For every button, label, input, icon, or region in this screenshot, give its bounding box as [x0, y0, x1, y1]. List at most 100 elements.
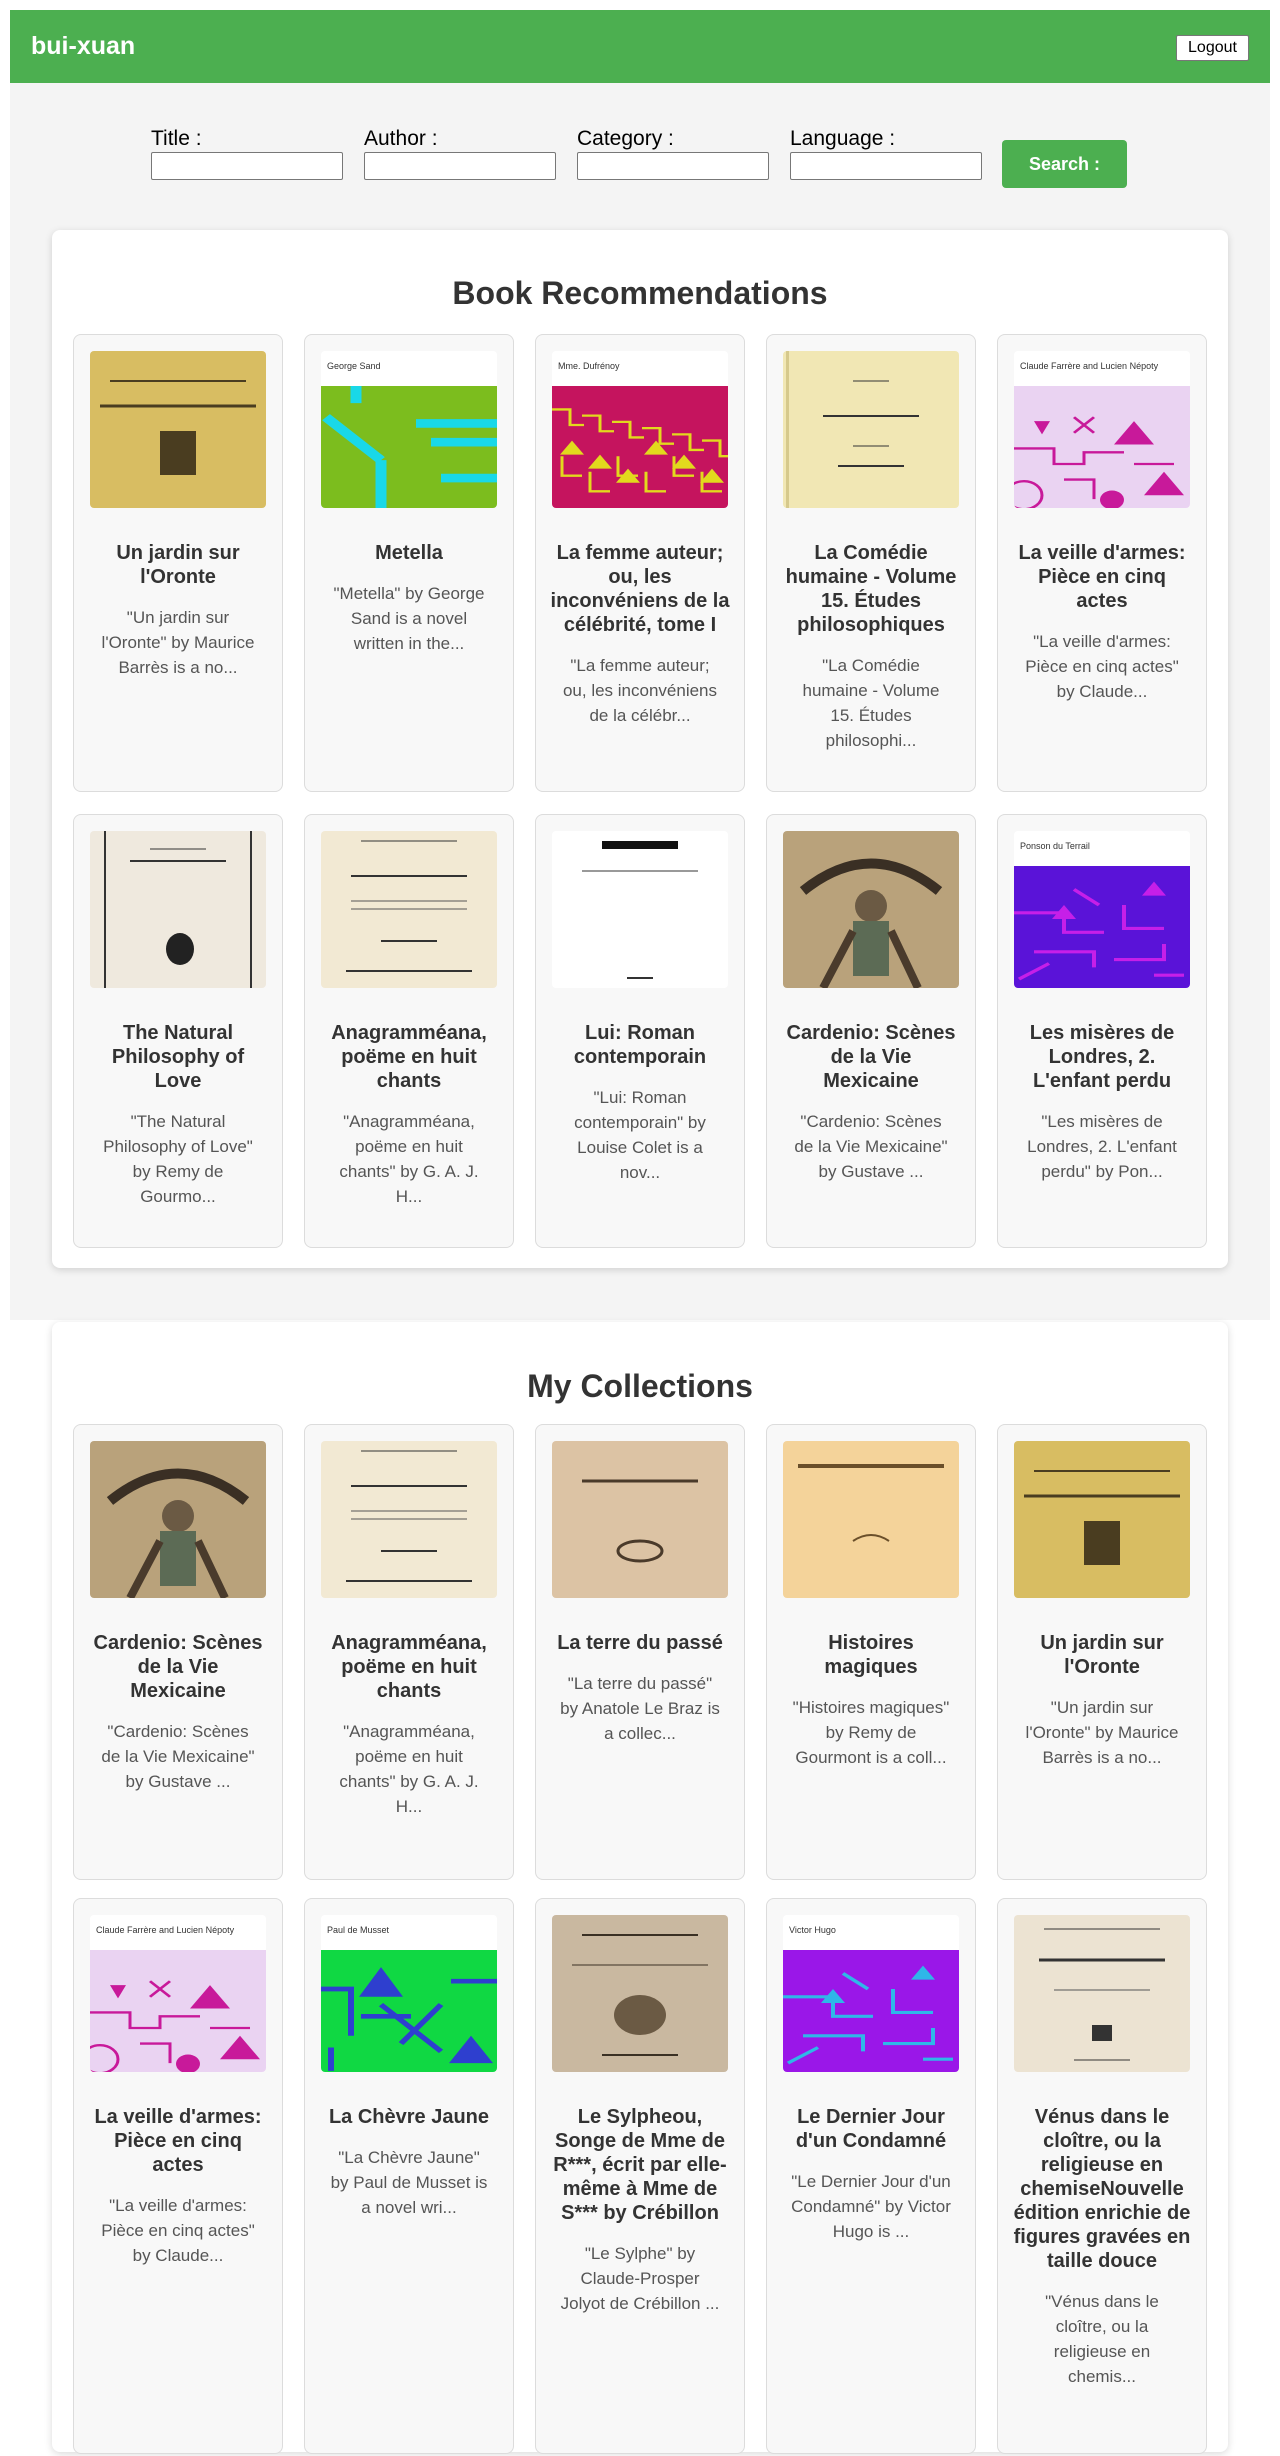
book-cover-image[interactable]: Ponson du Terrail [1014, 831, 1190, 988]
book-title[interactable]: Un jardin sur l'Oronte [88, 541, 268, 589]
book-card[interactable]: Anagramméana, poëme en huit chants "Anagr… [304, 814, 514, 1248]
book-cover-image[interactable] [321, 1441, 497, 1598]
brand-name[interactable]: bui-xuan [31, 32, 135, 61]
book-description: "Le Sylphe" by Claude-Prosper Jolyot de … [560, 2244, 720, 2313]
book-card-text: Vénus dans le cloître, ou la religieuse … [998, 2105, 1206, 2389]
book-title[interactable]: Vénus dans le cloître, ou la religieuse … [1012, 2105, 1192, 2273]
book-description: "Cardenio: Scènes de la Vie Mexicaine" b… [794, 1112, 948, 1181]
recommendations-grid: Un jardin sur l'Oronte "Un jardin sur l'O… [73, 334, 1207, 1248]
book-card[interactable]: Histoires magiques "Histoires magiques" b… [766, 1424, 976, 1880]
book-description: "La femme auteur; ou, les inconvéniens d… [562, 656, 718, 725]
language-input[interactable] [790, 152, 982, 180]
book-cover-image[interactable]: Claude Farrère and Lucien Népoty [90, 1915, 266, 2072]
book-card[interactable]: Victor Hugo Le Dernier Jour d'un Condamn… [766, 1898, 976, 2454]
book-title[interactable]: La terre du passé [550, 1631, 730, 1655]
category-input[interactable] [577, 152, 769, 180]
book-title[interactable]: La veille d'armes: Pièce en cinq actes [1012, 541, 1192, 613]
book-description: "La Chèvre Jaune" by Paul de Musset is a… [330, 2148, 488, 2217]
book-description: "Cardenio: Scènes de la Vie Mexicaine" b… [101, 1722, 255, 1791]
book-card[interactable]: Claude Farrère and Lucien Népoty La veil… [73, 1898, 283, 2454]
book-description: "Vénus dans le cloître, ou la religieuse… [1045, 2292, 1159, 2386]
book-title[interactable]: Un jardin sur l'Oronte [1012, 1631, 1192, 1679]
book-cover-image[interactable] [552, 1441, 728, 1598]
book-title[interactable]: Metella [319, 541, 499, 565]
book-cover-image[interactable] [552, 831, 728, 988]
book-cover-image[interactable] [783, 831, 959, 988]
book-description: "Les misères de Londres, 2. L'enfant per… [1027, 1112, 1177, 1181]
language-label: Language : [790, 127, 896, 150]
book-description: "Lui: Roman contemporain" by Louise Cole… [574, 1088, 706, 1182]
book-title[interactable]: Anagramméana, poëme en huit chants [319, 1631, 499, 1703]
book-description: "The Natural Philosophy of Love" by Remy… [103, 1112, 253, 1206]
top-navbar: bui-xuan Logout [10, 10, 1270, 83]
book-card[interactable]: Un jardin sur l'Oronte "Un jardin sur l'O… [73, 334, 283, 792]
logout-button[interactable]: Logout [1176, 35, 1249, 61]
book-card-text: Histoires magiques "Histoires magiques" b… [767, 1631, 975, 1770]
book-cover-image[interactable] [783, 351, 959, 508]
book-card[interactable]: La Comédie humaine - Volume 15. Études p… [766, 334, 976, 792]
book-card-text: Le Sylpheou, Songe de Mme de R***, écrit… [536, 2105, 744, 2316]
book-cover-image[interactable]: Claude Farrère and Lucien Népoty [1014, 351, 1190, 508]
book-card[interactable]: Le Sylpheou, Songe de Mme de R***, écrit… [535, 1898, 745, 2454]
book-cover-image[interactable]: Victor Hugo [783, 1915, 959, 2072]
book-title[interactable]: Anagramméana, poëme en huit chants [319, 1021, 499, 1093]
category-label: Category : [577, 127, 674, 150]
book-description: "Le Dernier Jour d'un Condamné" by Victo… [791, 2172, 951, 2241]
book-cover-image[interactable]: George Sand [321, 351, 497, 508]
collections-grid: Cardenio: Scènes de la Vie Mexicaine "Car… [73, 1424, 1207, 2454]
book-description: "Un jardin sur l'Oronte" by Maurice Barr… [1025, 1698, 1179, 1767]
book-card[interactable]: Mme. Dufrénoy La femme auteur; ou, les in… [535, 334, 745, 792]
book-card[interactable]: Anagramméana, poëme en huit chants "Anagr… [304, 1424, 514, 1880]
book-cover-image[interactable] [90, 351, 266, 508]
title-input[interactable] [151, 152, 343, 180]
book-cover-image[interactable] [90, 831, 266, 988]
book-title[interactable]: Cardenio: Scènes de la Vie Mexicaine [88, 1631, 268, 1703]
book-card[interactable]: Cardenio: Scènes de la Vie Mexicaine "Car… [766, 814, 976, 1248]
book-title[interactable]: Le Dernier Jour d'un Condamné [781, 2105, 961, 2153]
author-label: Author : [364, 127, 438, 150]
book-card[interactable]: Claude Farrère and Lucien Népoty La veil… [997, 334, 1207, 792]
book-title[interactable]: La Chèvre Jaune [319, 2105, 499, 2129]
book-title[interactable]: Histoires magiques [781, 1631, 961, 1679]
book-cover-image[interactable]: Mme. Dufrénoy [552, 351, 728, 508]
book-cover-image[interactable] [90, 1441, 266, 1598]
book-card-text: La veille d'armes: Pièce en cinq actes "L… [74, 2105, 282, 2268]
book-cover-image[interactable] [1014, 1915, 1190, 2072]
book-title[interactable]: La Comédie humaine - Volume 15. Études p… [781, 541, 961, 637]
book-card[interactable]: Vénus dans le cloître, ou la religieuse … [997, 1898, 1207, 2454]
book-card[interactable]: Paul de Musset La Chèvre Jaune "La Chèvre… [304, 1898, 514, 2454]
author-input[interactable] [364, 152, 556, 180]
book-card[interactable]: The Natural Philosophy of Love "The Natur… [73, 814, 283, 1248]
book-card-text: Un jardin sur l'Oronte "Un jardin sur l'O… [74, 541, 282, 680]
book-title[interactable]: Les misères de Londres, 2. L'enfant perd… [1012, 1021, 1192, 1093]
search-button[interactable]: Search : [1002, 140, 1127, 188]
category-field-group: Category : [577, 128, 769, 180]
book-card[interactable]: Ponson du Terrail Les misères de Londres… [997, 814, 1207, 1248]
recommendations-section: Book Recommendations Un jardin sur l'Oro… [52, 230, 1228, 1268]
book-card[interactable]: Cardenio: Scènes de la Vie Mexicaine "Car… [73, 1424, 283, 1880]
book-cover-image[interactable] [321, 831, 497, 988]
collections-section: My Collections Cardenio: Scènes de la Vi… [52, 1322, 1228, 2454]
book-card[interactable]: Lui: Roman contemporain "Lui: Roman conte… [535, 814, 745, 1248]
book-description: "Histoires magiques" by Remy de Gourmont… [792, 1698, 950, 1767]
book-title[interactable]: La femme auteur; ou, les inconvéniens de… [550, 541, 730, 637]
book-title[interactable]: La veille d'armes: Pièce en cinq actes [88, 2105, 268, 2177]
search-form: Title : Author : Category : Language : S… [151, 128, 1151, 188]
book-title[interactable]: Cardenio: Scènes de la Vie Mexicaine [781, 1021, 961, 1093]
title-field-group: Title : [151, 128, 343, 180]
book-cover-image[interactable] [552, 1915, 728, 2072]
book-title[interactable]: Le Sylpheou, Songe de Mme de R***, écrit… [550, 2105, 730, 2225]
book-title[interactable]: Lui: Roman contemporain [550, 1021, 730, 1069]
collections-heading: My Collections [527, 1368, 753, 1404]
book-cover-image[interactable]: Paul de Musset [321, 1915, 497, 2072]
language-field-group: Language : [790, 128, 982, 180]
book-card[interactable]: George Sand Metella "Metella" by George Sa… [304, 334, 514, 792]
book-card[interactable]: Un jardin sur l'Oronte "Un jardin sur l'O… [997, 1424, 1207, 1880]
book-card[interactable]: La terre du passé "La terre du passé" by … [535, 1424, 745, 1880]
book-cover-image[interactable] [1014, 1441, 1190, 1598]
book-description: "Un jardin sur l'Oronte" by Maurice Barr… [101, 608, 255, 677]
book-card-text: Metella "Metella" by George Sand is a nov… [305, 541, 513, 656]
book-card-text: La femme auteur; ou, les inconvéniens de… [536, 541, 744, 728]
book-cover-image[interactable] [783, 1441, 959, 1598]
book-title[interactable]: The Natural Philosophy of Love [88, 1021, 268, 1093]
